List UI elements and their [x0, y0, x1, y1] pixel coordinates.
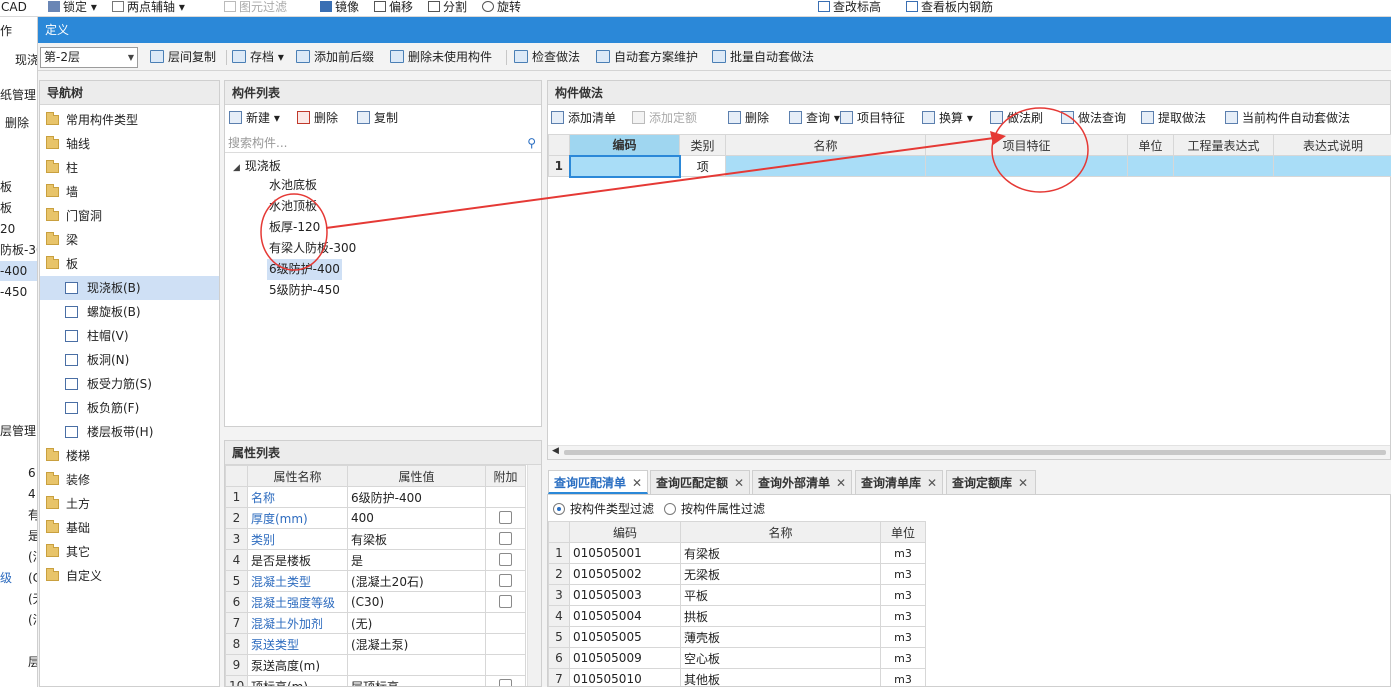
annotation-overlay: [260, 107, 1089, 271]
annotation-circle-left: [260, 193, 328, 271]
annotation-circle-right: [991, 107, 1089, 193]
annotation-arrow-line: [325, 137, 995, 229]
